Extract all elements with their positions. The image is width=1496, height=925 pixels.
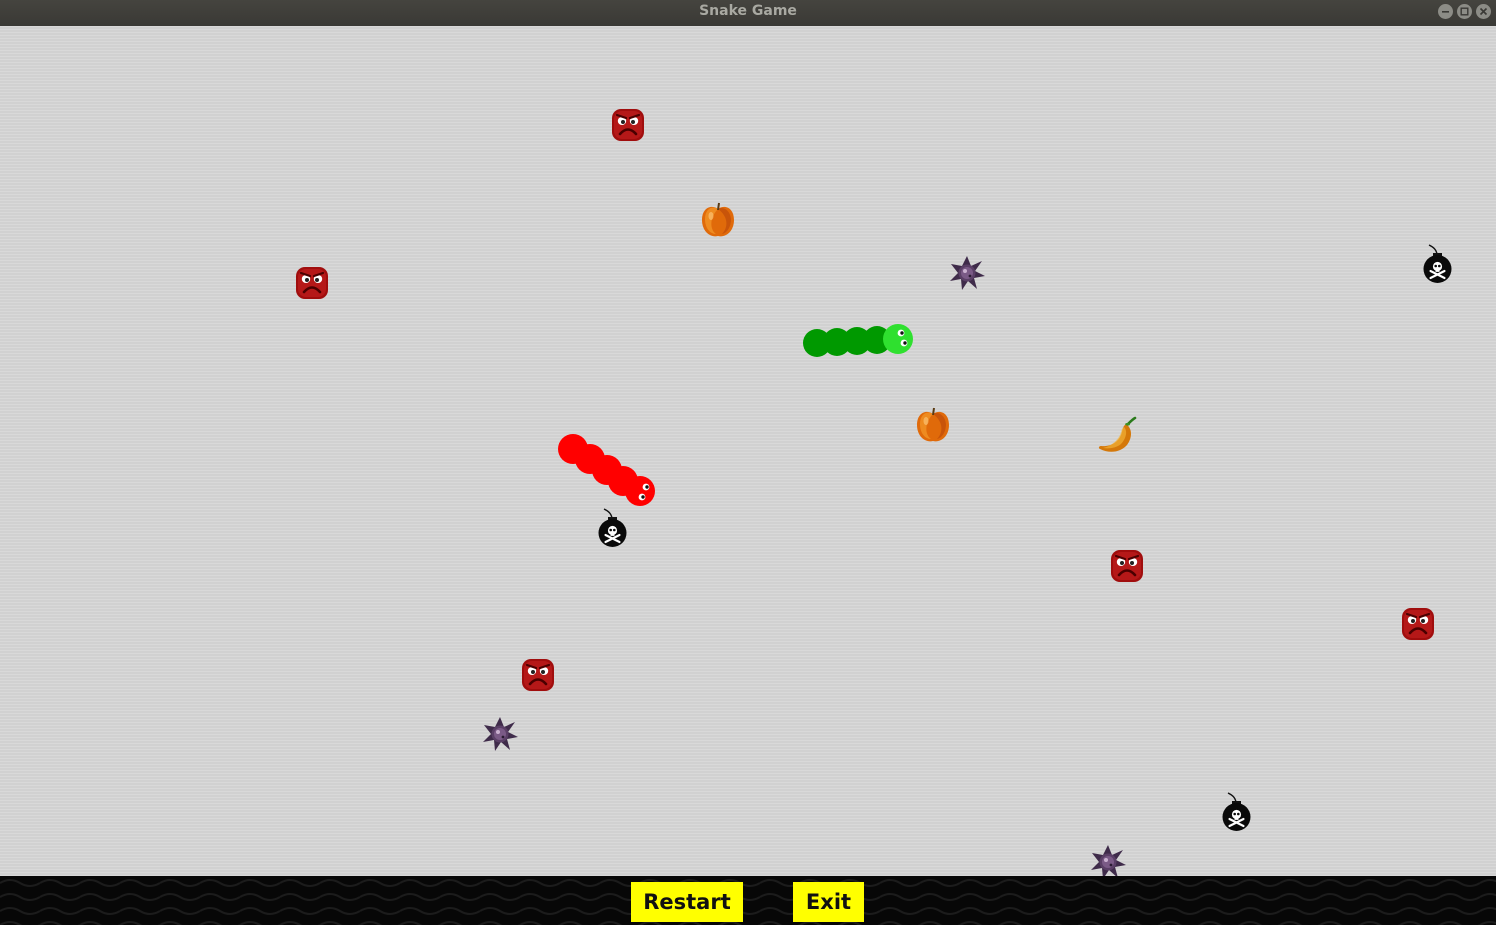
- window-controls: [1438, 4, 1491, 19]
- game-window: Snake Game Restart Exit: [0, 0, 1496, 925]
- apple: [699, 200, 737, 240]
- window-title: Snake Game: [699, 3, 797, 19]
- red-snake: [558, 434, 655, 506]
- chili-pepper: [1095, 415, 1137, 457]
- apple: [914, 405, 952, 445]
- snake-head: [883, 324, 913, 354]
- minimize-icon[interactable]: [1438, 4, 1453, 19]
- title-bar[interactable]: Snake Game: [0, 0, 1496, 26]
- angry-block: [1401, 607, 1435, 641]
- close-icon[interactable]: [1476, 4, 1491, 19]
- angry-block: [521, 658, 555, 692]
- restart-button[interactable]: Restart: [631, 882, 743, 922]
- green-snake: [803, 324, 913, 357]
- control-bar: Restart Exit: [0, 876, 1496, 925]
- wave-pattern: [0, 876, 1496, 925]
- bomb: [1421, 244, 1455, 284]
- angry-block: [1110, 549, 1144, 583]
- snake-head: [625, 476, 655, 506]
- game-board: [0, 26, 1496, 876]
- exit-button[interactable]: Exit: [793, 882, 864, 922]
- bomb: [596, 508, 630, 548]
- maximize-icon[interactable]: [1457, 4, 1472, 19]
- spiky-mine: [948, 254, 986, 292]
- angry-block: [611, 108, 645, 142]
- bomb: [1220, 792, 1254, 832]
- spiky-mine: [481, 715, 519, 753]
- spiky-mine: [1089, 843, 1127, 876]
- angry-block: [295, 266, 329, 300]
